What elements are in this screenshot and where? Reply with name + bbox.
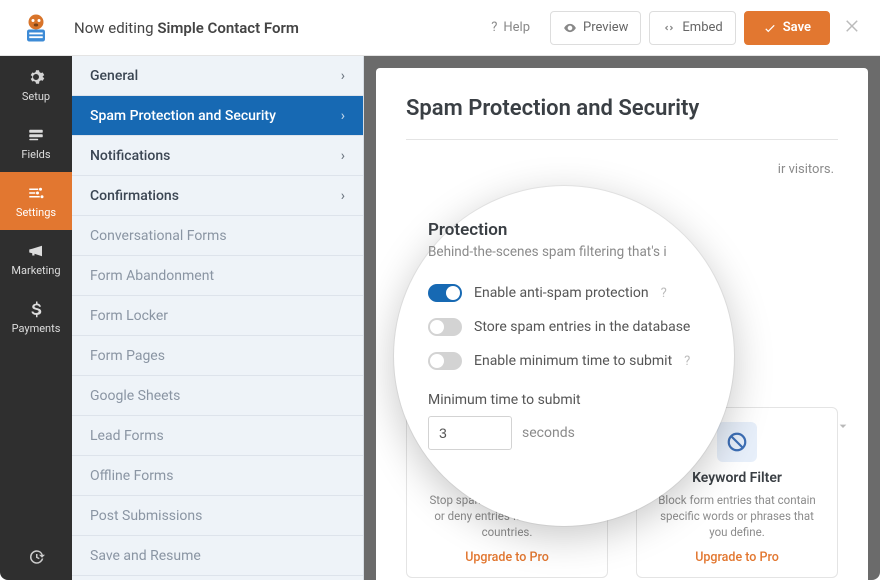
- toggle-store-spam-label: Store spam entries in the database: [474, 319, 690, 335]
- topbar: Now editing Simple Contact Form ? Help P…: [0, 0, 880, 56]
- page-title: Spam Protection and Security: [406, 96, 838, 121]
- sidebar-item[interactable]: Form Locker: [72, 296, 363, 336]
- chevron-down-icon[interactable]: [835, 418, 851, 434]
- sidebar-item-label: Form Pages: [90, 348, 165, 364]
- rail-payments[interactable]: Payments: [0, 288, 72, 346]
- rail-marketing[interactable]: Marketing: [0, 230, 72, 288]
- check-icon: [763, 21, 777, 35]
- rail-setup-label: Setup: [22, 90, 50, 103]
- brand-logo: [18, 10, 54, 46]
- protection-sub: Behind-the-scenes spam filtering that's …: [428, 244, 704, 260]
- help-link[interactable]: ? Help: [479, 11, 542, 45]
- divider: [406, 139, 838, 140]
- sidebar-item[interactable]: Confirmations ›: [72, 176, 363, 216]
- sliders-icon: [27, 184, 45, 202]
- sidebar-item[interactable]: General ›: [72, 56, 363, 96]
- zoom-lens: Protection Behind-the-scenes spam filter…: [394, 186, 734, 526]
- sidebar-item-label: Lead Forms: [90, 428, 164, 444]
- sidebar-item-label: Confirmations: [90, 188, 179, 204]
- sidebar-item-label: Offline Forms: [90, 468, 173, 484]
- sidebar-item[interactable]: Form Abandonment: [72, 256, 363, 296]
- content-area: Spam Protection and Security ir visitors…: [364, 56, 880, 580]
- toggle-min-time[interactable]: [428, 352, 462, 370]
- close-icon: [844, 17, 862, 35]
- sidebar-item-label: Conversational Forms: [90, 228, 227, 244]
- sidebar-item[interactable]: Lead Forms: [72, 416, 363, 456]
- sidebar-item-label: Save and Resume: [90, 548, 201, 564]
- eye-icon: [563, 21, 577, 35]
- settings-sidebar: General›Spam Protection and Security›Not…: [72, 56, 364, 580]
- nav-rail: Setup Fields Settings Marketing Payments: [0, 56, 72, 580]
- sidebar-item-label: Notifications: [90, 148, 170, 164]
- toggle-anti-spam[interactable]: [428, 284, 462, 302]
- toggle-anti-spam-label: Enable anti-spam protection: [474, 285, 649, 301]
- help-label: Help: [503, 20, 530, 35]
- sidebar-item[interactable]: Google Sheets: [72, 376, 363, 416]
- form-name: Simple Contact Form: [157, 19, 299, 37]
- code-icon: [662, 21, 676, 35]
- rail-payments-label: Payments: [12, 322, 61, 335]
- sidebar-item-label: Google Sheets: [90, 388, 180, 404]
- canvas: Spam Protection and Security ir visitors…: [376, 68, 868, 580]
- editing-prefix: Now editing: [74, 19, 154, 37]
- sidebar-item[interactable]: Offline Forms: [72, 456, 363, 496]
- sidebar-item-label: General: [90, 68, 138, 84]
- editing-label: Now editing Simple Contact Form: [74, 19, 299, 37]
- save-label: Save: [783, 20, 811, 35]
- sidebar-item[interactable]: Form Pages: [72, 336, 363, 376]
- rail-setup[interactable]: Setup: [0, 56, 72, 114]
- sidebar-item-label: Form Abandonment: [90, 268, 214, 284]
- dollar-icon: [27, 300, 45, 318]
- history-icon: [27, 548, 45, 566]
- min-time-unit: seconds: [522, 425, 575, 441]
- sidebar-item-label: Spam Protection and Security: [90, 108, 276, 124]
- min-time-input[interactable]: [428, 416, 512, 450]
- gear-icon: [27, 68, 45, 86]
- rail-marketing-label: Marketing: [11, 264, 60, 277]
- rail-settings-label: Settings: [16, 206, 56, 219]
- intro-tail: ir visitors.: [778, 162, 834, 177]
- card-cta[interactable]: Upgrade to Pro: [653, 550, 821, 565]
- preview-label: Preview: [583, 20, 628, 35]
- help-icon[interactable]: ?: [684, 354, 690, 369]
- sidebar-item[interactable]: Post Submissions: [72, 496, 363, 536]
- protection-heading: Protection: [428, 220, 704, 240]
- chevron-right-icon: ›: [341, 148, 345, 164]
- sidebar-item-label: Form Locker: [90, 308, 168, 324]
- chevron-right-icon: ›: [341, 108, 345, 124]
- intro-text: ir visitors.: [406, 162, 838, 177]
- sidebar-item[interactable]: Notifications ›: [72, 136, 363, 176]
- sidebar-item-label: Post Submissions: [90, 508, 202, 524]
- rail-settings[interactable]: Settings: [0, 172, 72, 230]
- fields-icon: [27, 126, 45, 144]
- rail-fields-label: Fields: [21, 148, 50, 161]
- help-icon[interactable]: ?: [661, 286, 667, 301]
- close-button[interactable]: [844, 16, 862, 40]
- embed-button[interactable]: Embed: [649, 11, 735, 45]
- preview-button[interactable]: Preview: [550, 11, 641, 45]
- chevron-right-icon: ›: [341, 68, 345, 84]
- toggle-min-time-label: Enable minimum time to submit: [474, 353, 672, 369]
- embed-label: Embed: [682, 20, 722, 35]
- rail-history[interactable]: [0, 534, 72, 580]
- chevron-right-icon: ›: [341, 188, 345, 204]
- megaphone-icon: [27, 242, 45, 260]
- toggle-store-spam[interactable]: [428, 318, 462, 336]
- sidebar-item[interactable]: Spam Protection and Security ›: [72, 96, 363, 136]
- block-icon: [717, 422, 757, 462]
- save-button[interactable]: Save: [744, 11, 830, 45]
- card-desc: Block form entries that contain specific…: [653, 492, 821, 540]
- help-icon: ?: [491, 20, 497, 35]
- min-time-label: Minimum time to submit: [428, 392, 704, 408]
- sidebar-item[interactable]: Save and Resume: [72, 536, 363, 576]
- rail-fields[interactable]: Fields: [0, 114, 72, 172]
- card-cta[interactable]: Upgrade to Pro: [423, 550, 591, 565]
- sidebar-item[interactable]: Conversational Forms: [72, 216, 363, 256]
